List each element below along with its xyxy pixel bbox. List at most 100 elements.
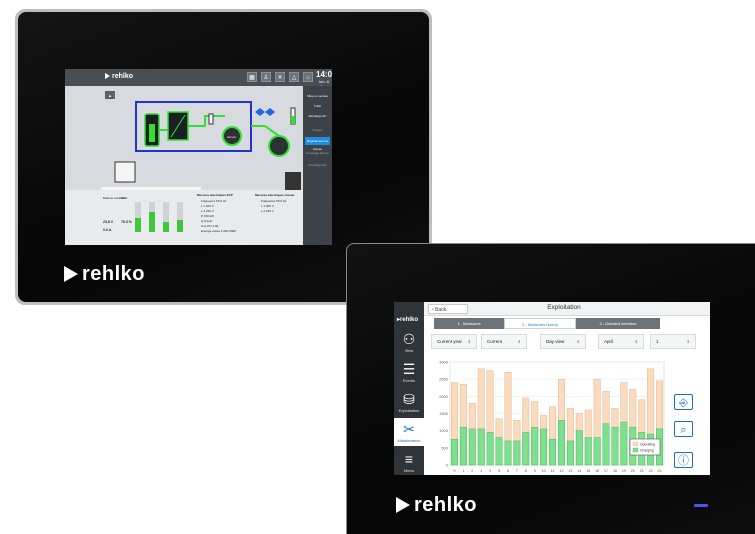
tab-detailed-interface[interactable]: 3 - Detailed interface: [576, 318, 660, 329]
gauge-3: [163, 202, 169, 232]
device-2-status-led: [694, 504, 708, 507]
svg-text:Accum.: Accum.: [227, 135, 237, 139]
status-panel: Batterie auxiliaire SOC 23.8 V 79.3 % 0.…: [65, 190, 303, 245]
x-tick-label: 1: [462, 469, 464, 473]
x-tick-label: 7: [516, 469, 518, 473]
soc-label: SOC: [121, 196, 128, 200]
x-tick-label: 5: [498, 469, 500, 473]
qr-icon[interactable]: ▦: [247, 72, 257, 82]
wrench-icon: ✂: [403, 421, 415, 437]
x-tick-label: 10: [542, 469, 546, 473]
back-button[interactable]: ‹ Back: [428, 304, 468, 314]
x-tick-label: 13: [568, 469, 572, 473]
month-select[interactable]: April ⇕: [598, 334, 644, 349]
zoom-button[interactable]: ⌕: [674, 421, 693, 437]
device-2-brand-logo: rehlko: [396, 494, 477, 517]
clock-time: 14:06: [316, 70, 332, 79]
sidebar-item-events[interactable]: ☰ Events: [394, 358, 424, 386]
bar-charging: [486, 432, 494, 466]
x-tick-label: 11: [551, 469, 555, 473]
tab-measures[interactable]: 1 - Measures: [434, 318, 504, 329]
sidebar-item-menu[interactable]: ≡ Menu: [394, 448, 424, 475]
x-tick-label: 16: [595, 469, 599, 473]
svg-text:▲: ▲: [108, 93, 112, 98]
x-tick-label: 4: [489, 469, 491, 473]
device-2-screen: ▸rehlko ⚇ View ☰ Events ⛁ Exploitation ✂…: [394, 302, 710, 475]
sidebar-item-label: Events: [402, 378, 416, 383]
x-tick-label: 3: [480, 469, 482, 473]
bar-charging: [468, 428, 476, 466]
info-button[interactable]: ⓘ: [674, 452, 693, 468]
legend: [629, 438, 661, 456]
bar-charging: [540, 428, 548, 466]
day-select[interactable]: 1 ⇕: [650, 334, 696, 349]
side-menu-item[interactable]: Mise en service: [305, 92, 330, 100]
bar-charging: [611, 426, 619, 466]
x-tick-label: 2: [471, 469, 473, 473]
legend-label-operating: Operating: [640, 443, 655, 447]
bar-charging: [477, 428, 485, 466]
bar-charging: [450, 439, 458, 466]
generator-gauge: [268, 135, 290, 157]
zoom-icon: ⌕: [680, 424, 687, 436]
bar-charging: [602, 423, 610, 466]
x-tick-label: 14: [577, 469, 581, 473]
x-tick-label: 22: [649, 469, 653, 473]
sidebar-item-label: View: [404, 348, 414, 353]
menu-icon: ≡: [404, 451, 414, 467]
bar-charging: [549, 439, 557, 466]
alert-icon[interactable]: △: [289, 72, 299, 82]
side-menu-item[interactable]: Recharge DC: [305, 161, 330, 169]
stepper-arrows-icon: ⇕: [467, 339, 471, 344]
sidebar: ▸rehlko ⚇ View ☰ Events ⛁ Exploitation ✂…: [394, 302, 424, 475]
meas-title-2: Mesures électriques réseau: [255, 193, 295, 197]
gauge-2: [149, 202, 155, 232]
x-tick-label: 17: [604, 469, 608, 473]
mute-icon[interactable]: ✕: [275, 72, 285, 82]
sidebar-item-view[interactable]: ⚇ View: [394, 328, 424, 356]
generator-icon: ⛁: [403, 391, 415, 407]
tab-measures-history[interactable]: 2 - Measures history: [504, 318, 576, 329]
bar-charging: [513, 440, 521, 466]
info-icon: ⓘ: [678, 455, 689, 467]
x-tick-label: 8: [525, 469, 527, 473]
side-menu-item[interactable]: Recharge AC: [305, 112, 330, 120]
side-menu-item[interactable]: Trafic: [305, 102, 330, 110]
side-menu-item-active[interactable]: Déploiement du réseau: [305, 137, 330, 151]
battery-current: 0.0 A: [103, 228, 112, 232]
sidebar-item-label: Menu: [403, 468, 414, 473]
bar-charging: [557, 420, 565, 466]
scope-select[interactable]: Current ⇕: [481, 334, 527, 349]
sidebar-logo: ▸rehlko: [397, 317, 419, 323]
view-select[interactable]: Day view ⇕: [540, 334, 586, 349]
building-icon: [285, 172, 301, 190]
battery-voltage: 23.8 V: [103, 220, 114, 224]
export-icon: ⎆: [679, 397, 688, 409]
bar-charging: [566, 440, 574, 466]
gauge-1: [135, 202, 141, 232]
soc-value: 79.3 %: [121, 220, 132, 224]
sidebar-item-maintenance[interactable]: ✂ Maintenance: [394, 418, 424, 446]
bar-charging: [593, 437, 601, 466]
people-icon: ⚇: [402, 331, 416, 347]
export-button[interactable]: ⎆: [674, 394, 693, 410]
bar-charging: [620, 421, 628, 466]
home-icon[interactable]: ⌂: [303, 72, 313, 82]
stepper-arrows-icon: ⇕: [576, 339, 580, 344]
period-select[interactable]: Current year ⇕: [431, 334, 477, 349]
meas-row: Energie active 1.000 MWh: [201, 229, 237, 233]
aux-battery-icon: [114, 161, 136, 183]
list-icon: ☰: [402, 361, 416, 377]
x-tick-label: 19: [622, 469, 626, 473]
y-tick-label: 2500: [439, 377, 449, 382]
sidebar-item-exploitation[interactable]: ⛁ Exploitation: [394, 388, 424, 416]
user-icon[interactable]: ♙: [261, 72, 271, 82]
x-tick-label: 20: [631, 469, 635, 473]
device-1-side-menu: Mise en service Trafic Recharge AC Group…: [303, 86, 332, 245]
x-tick-label: 15: [586, 469, 590, 473]
side-menu-item[interactable]: Couplage alterné: [305, 149, 330, 157]
stepper-arrows-icon: ⇕: [634, 339, 638, 344]
bar-charging: [495, 437, 503, 466]
y-tick-label: 1500: [439, 411, 449, 416]
side-menu-item[interactable]: Groupe: [305, 126, 330, 134]
